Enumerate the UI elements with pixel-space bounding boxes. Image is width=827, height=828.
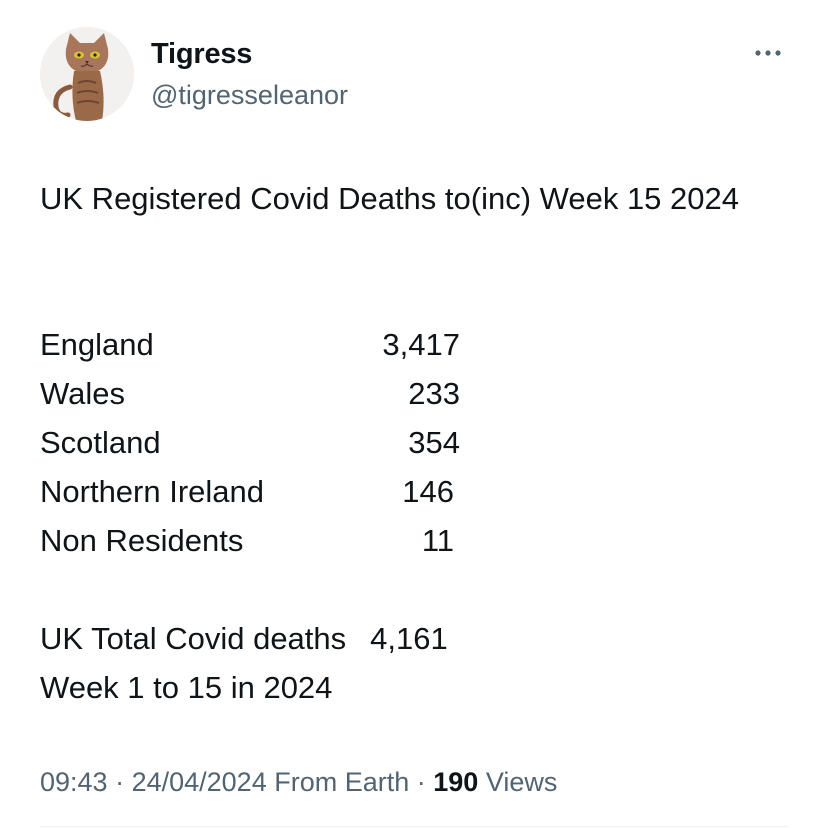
divider — [40, 826, 788, 827]
meta-separator: · — [409, 767, 434, 797]
tweet-body: UK Registered Covid Deaths to(inc) Week … — [40, 174, 800, 223]
more-options-button[interactable] — [748, 40, 788, 66]
total-section: UK Total Covid deaths 4,161 Week 1 to 15 … — [40, 614, 448, 712]
table-row: Non Residents 11 — [40, 516, 460, 565]
region-name: Scotland — [40, 425, 161, 460]
total-period: Week 1 to 15 in 2024 — [40, 670, 333, 705]
avatar[interactable] — [40, 27, 134, 121]
meta-separator: · — [107, 767, 132, 797]
total-line: UK Total Covid deaths 4,161 — [40, 614, 448, 663]
table-row: Wales 233 — [40, 369, 460, 418]
display-name[interactable]: Tigress — [151, 36, 252, 72]
region-name: England — [40, 327, 154, 362]
death-count: 233 — [408, 376, 460, 411]
table-row: Scotland 354 — [40, 418, 460, 467]
death-count: 146 — [402, 474, 454, 509]
death-count: 11 — [421, 523, 454, 558]
more-horizontal-icon — [755, 50, 781, 56]
views-label[interactable]: Views — [478, 767, 558, 797]
region-name: Wales — [40, 376, 125, 411]
tweet-headline: UK Registered Covid Deaths to(inc) Week … — [40, 181, 739, 216]
total-label: UK Total Covid deaths — [40, 621, 347, 656]
tweet-source: From Earth — [266, 767, 410, 797]
tweet-time[interactable]: 09:43 — [40, 767, 108, 797]
deaths-table: England 3,417 Wales 233 Scotland 354 Nor… — [40, 320, 460, 565]
total-value: 4,161 — [370, 621, 448, 656]
death-count: 354 — [408, 425, 460, 460]
views-count[interactable]: 190 — [433, 767, 478, 797]
user-handle[interactable]: @tigresseleanor — [151, 78, 348, 112]
cat-figurine-avatar-icon — [40, 27, 134, 121]
region-name: Non Residents — [40, 523, 244, 558]
table-row: England 3,417 — [40, 320, 460, 369]
tweet-date[interactable]: 24/04/2024 — [132, 767, 267, 797]
tweet-metadata: 09:43 · 24/04/2024 From Earth · 190 View… — [40, 762, 557, 802]
death-count: 3,417 — [382, 327, 460, 362]
table-row: Northern Ireland 146 — [40, 467, 460, 516]
region-name: Northern Ireland — [40, 474, 265, 509]
